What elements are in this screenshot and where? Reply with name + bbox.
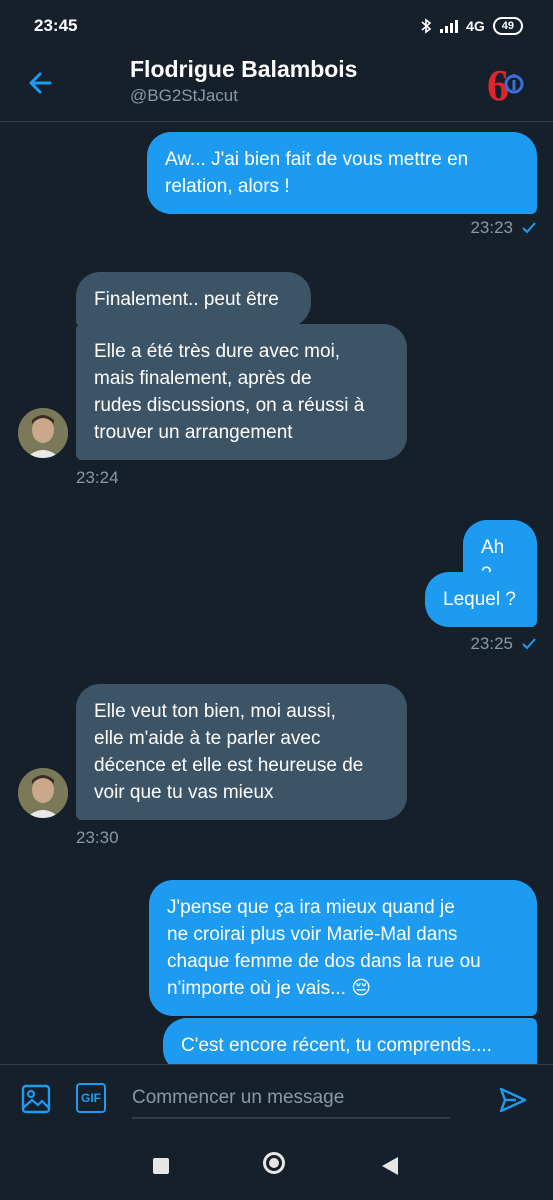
- gif-icon[interactable]: GIF: [76, 1083, 106, 1113]
- message-text: voir que tu vas mieux: [94, 782, 274, 803]
- message-meta: 23:24: [76, 468, 119, 488]
- status-bar: 23:45 4G 49: [0, 0, 553, 52]
- avatar[interactable]: [18, 408, 68, 458]
- timestamp: 23:25: [470, 634, 513, 653]
- send-icon[interactable]: [498, 1085, 528, 1115]
- status-time: 23:45: [34, 16, 78, 35]
- status-icons: 4G 49: [420, 17, 523, 35]
- contact-handle: @BG2StJacut: [130, 86, 238, 105]
- message-text: mais finalement, après de: [94, 368, 312, 389]
- nav-triangle-icon[interactable]: [381, 1156, 399, 1176]
- system-nav-bar: [0, 1132, 553, 1200]
- timestamp: 23:24: [76, 468, 119, 487]
- battery-level: 49: [501, 20, 514, 32]
- image-icon[interactable]: [20, 1083, 52, 1115]
- logo-icon: 6: [487, 62, 524, 106]
- message-composer: GIF: [0, 1064, 553, 1132]
- nav-square-icon[interactable]: [153, 1158, 169, 1174]
- message-text: C'est encore récent, tu comprends....: [181, 1035, 492, 1056]
- bluetooth-icon: [421, 18, 432, 34]
- message-list[interactable]: Aw... J'ai bien fait de vous mettre en r…: [0, 122, 553, 1064]
- message-bubble-incoming[interactable]: Finalement.. peut être: [76, 272, 311, 327]
- signal-icon: [440, 19, 459, 33]
- network-label: 4G: [466, 18, 485, 34]
- message-text: Elle a été très dure avec moi,: [94, 341, 341, 362]
- message-text: elle m'aide à te parler avec: [94, 728, 321, 749]
- gif-label: GIF: [81, 1091, 101, 1105]
- message-bubble-outgoing[interactable]: C'est encore récent, tu comprends....: [163, 1018, 537, 1064]
- battery-icon: 49: [492, 17, 523, 35]
- timestamp: 23:23: [470, 218, 513, 237]
- avatar-image: [18, 408, 68, 458]
- message-bubble-incoming[interactable]: Elle veut ton bien, moi aussi, elle m'ai…: [76, 684, 407, 820]
- read-check-icon: [522, 222, 536, 234]
- message-text: J'pense que ça ira mieux quand je: [167, 897, 455, 918]
- message-meta: 23:23: [470, 218, 537, 238]
- read-check-icon: [522, 638, 536, 650]
- message-bubble-outgoing[interactable]: Aw... J'ai bien fait de vous mettre en r…: [147, 132, 537, 214]
- message-text: ne croirai plus voir Marie-Mal dans: [167, 924, 458, 945]
- message-text: rudes discussions, on a réussi à: [94, 395, 365, 416]
- message-bubble-incoming[interactable]: Elle a été très dure avec moi, mais fina…: [76, 324, 407, 460]
- message-text: décence et elle est heureuse de: [94, 755, 364, 776]
- message-text: Finalement.. peut être: [94, 289, 279, 310]
- message-text: trouver un arrangement: [94, 422, 293, 443]
- message-bubble-outgoing[interactable]: Lequel ?: [425, 572, 537, 627]
- message-text: Elle veut ton bien, moi aussi,: [94, 701, 336, 722]
- message-text: relation, alors !: [165, 176, 290, 197]
- message-text: Lequel ?: [443, 589, 516, 610]
- message-meta: 23:25: [470, 634, 537, 654]
- message-input[interactable]: [132, 1079, 450, 1119]
- avatar-image: [18, 768, 68, 818]
- back-arrow-icon[interactable]: [24, 66, 58, 100]
- avatar[interactable]: [18, 768, 68, 818]
- conversation-header: Flodrigue Balambois @BG2StJacut 6: [0, 52, 553, 122]
- nav-circle-icon[interactable]: [263, 1152, 285, 1174]
- message-meta: 23:30: [76, 828, 119, 848]
- message-text: n'importe où je vais... 😔: [167, 978, 372, 999]
- message-text: Aw... J'ai bien fait de vous mettre en: [165, 149, 469, 170]
- contact-name[interactable]: Flodrigue Balambois: [130, 56, 357, 83]
- message-bubble-outgoing[interactable]: J'pense que ça ira mieux quand je ne cro…: [149, 880, 537, 1016]
- timestamp: 23:30: [76, 828, 119, 847]
- message-text: chaque femme de dos dans la rue ou: [167, 951, 481, 972]
